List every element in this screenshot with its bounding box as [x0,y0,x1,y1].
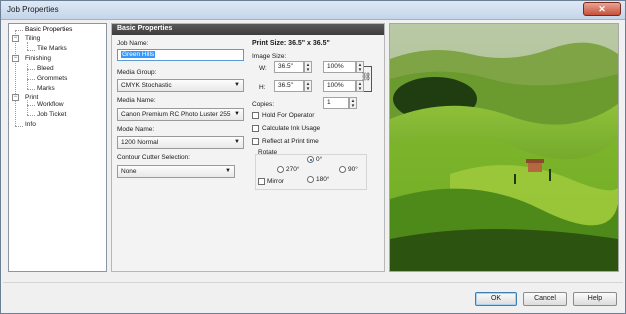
spin-down-icon[interactable]: ▼ [350,103,356,108]
calculate-ink-usage-label: Calculate Ink Usage [262,125,321,132]
navigation-tree: Basic Properties − Tiling Tile Marks − F… [8,23,107,272]
media-name-label: Media Name: [117,97,156,104]
contour-cutter-dropdown[interactable]: None ▼ [117,165,235,178]
rotate-0-label: 0° [316,156,323,163]
rotate-270-label: 270° [286,166,300,173]
reflect-at-print-time-label: Reflect at Print time [262,138,319,145]
tiling-collapse-toggle[interactable]: − [12,35,19,42]
hold-for-operator-label: Hold For Operator [262,112,315,119]
tree-item-info[interactable]: Info [25,121,36,128]
height-percent-spinner[interactable]: ▲ ▼ [356,80,364,92]
tree-item-job-ticket[interactable]: Job Ticket [37,111,66,118]
rotate-180-label: 180° [316,176,330,183]
tree-item-workflow[interactable]: Workflow [37,101,64,108]
mirror-label: Mirror [267,178,284,185]
copies-spinner[interactable]: ▲ ▼ [349,97,357,109]
mirror-checkbox[interactable] [258,178,265,185]
media-group-label: Media Group: [117,69,157,76]
mode-name-label: Mode Name: [117,126,155,133]
job-properties-window: Job Properties ✕ Basic Properties − Tili… [0,0,626,314]
height-label: H: [259,84,266,91]
panel-header: Basic Properties [112,24,384,35]
reflect-at-print-time-checkbox[interactable] [252,138,259,145]
window-title: Job Properties [7,5,59,14]
spin-down-icon[interactable]: ▼ [305,86,311,91]
chevron-down-icon: ▼ [234,82,240,88]
rotate-270-radio[interactable] [277,166,284,173]
job-name-input[interactable]: Green Hills [117,49,244,61]
width-input[interactable]: 36.5" [274,61,304,73]
copies-input[interactable]: 1 [323,97,349,109]
media-group-dropdown[interactable]: CMYK Stochastic ▼ [117,79,244,92]
title-bar: Job Properties ✕ [1,1,625,20]
media-name-dropdown[interactable]: Canon Premium RC Photo Luster 255 ▼ [117,108,244,121]
height-spinner[interactable]: ▲ ▼ [304,80,312,92]
basic-properties-panel: Basic Properties Job Name: Green Hills M… [111,23,385,272]
finishing-collapse-toggle[interactable]: − [12,55,19,62]
image-preview [389,23,619,272]
tree-item-print[interactable]: Print [25,94,38,101]
rotate-0-radio[interactable] [307,156,314,163]
tree-item-grommets[interactable]: Grommets [37,75,67,82]
width-percent-input[interactable]: 100% [323,61,356,73]
chevron-down-icon: ▼ [225,168,231,174]
rotate-90-radio[interactable] [339,166,346,173]
copies-label: Copies: [252,101,275,108]
calculate-ink-usage-checkbox[interactable] [252,125,259,132]
chevron-down-icon: ▼ [234,111,240,117]
close-button[interactable]: ✕ [583,2,621,16]
chain-link-icon[interactable]: ⛓ [361,72,371,81]
chevron-down-icon: ▼ [234,139,240,145]
ok-button[interactable]: OK [475,292,517,306]
tree-item-marks[interactable]: Marks [37,85,55,92]
image-size-label: Image Size: [252,53,287,60]
mode-name-dropdown[interactable]: 1200 Normal ▼ [117,136,244,149]
rotate-180-radio[interactable] [307,176,314,183]
print-size-readout: Print Size: 36.5" x 36.5" [252,40,330,47]
width-label: W: [259,65,267,72]
rotate-label: Rotate [258,149,278,156]
tree-item-basic-properties[interactable]: Basic Properties [25,26,72,33]
footer-divider [3,282,623,283]
hold-for-operator-checkbox[interactable] [252,112,259,119]
spin-down-icon[interactable]: ▼ [305,67,311,72]
tree-item-finishing[interactable]: Finishing [25,55,51,62]
cancel-button[interactable]: Cancel [523,292,567,306]
spin-down-icon[interactable]: ▼ [357,86,363,91]
tree-item-tiling[interactable]: Tiling [25,35,40,42]
height-percent-input[interactable]: 100% [323,80,356,92]
width-spinner[interactable]: ▲ ▼ [304,61,312,73]
tree-item-bleed[interactable]: Bleed [37,65,54,72]
green-hills-preview-image [390,24,618,271]
print-collapse-toggle[interactable]: − [12,94,19,101]
height-input[interactable]: 36.5" [274,80,304,92]
contour-cutter-label: Contour Cutter Selection: [117,154,190,161]
job-name-label: Job Name: [117,40,149,47]
rotate-90-label: 90° [348,166,358,173]
tree-item-tile-marks[interactable]: Tile Marks [37,45,67,52]
help-button[interactable]: Help [573,292,617,306]
